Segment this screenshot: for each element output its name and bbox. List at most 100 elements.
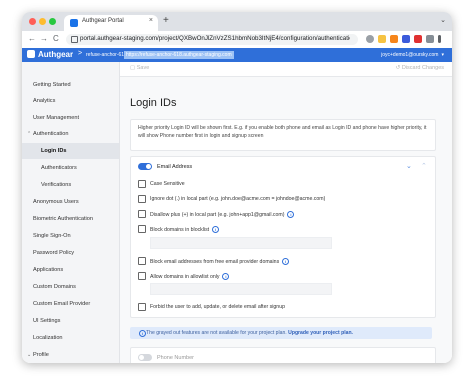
option-label: Allow domains in allowlist only i <box>150 273 230 280</box>
extensions-puzzle-icon[interactable] <box>426 35 434 43</box>
sidebar-item-custom-email-provider[interactable]: Custom Email Provider <box>22 296 119 312</box>
sidebar-item-user-management[interactable]: User Management <box>22 110 119 126</box>
app-header: Authgear > refuse-anchor-618 https://ref… <box>22 48 452 62</box>
tab-strip: Authgear Portal × + ⌄ <box>22 12 452 31</box>
close-tab-icon[interactable]: × <box>149 17 153 24</box>
chevron-down-icon: ▾ <box>441 52 444 58</box>
brand-name: Authgear <box>38 50 74 59</box>
allowlist-checkbox[interactable] <box>138 272 146 280</box>
sidebar-item-label: Anonymous Users <box>33 199 79 205</box>
discard-changes-button[interactable]: ↺ Discard Changes <box>396 65 444 71</box>
sidebar-item-label: Applications <box>33 267 64 273</box>
sidebar-item-profile[interactable]: ⌄ Profile <box>22 347 119 363</box>
sidebar-item-authentication[interactable]: ⌃ Authentication <box>22 126 119 142</box>
banner-message: The grayed out features are not availabl… <box>146 330 287 336</box>
main-content: ▢ Save ↺ Discard Changes Login IDs Highe… <box>120 62 452 363</box>
sidebar-item-label: Custom Domains <box>33 284 76 290</box>
sidebar-item-custom-domains[interactable]: Custom Domains <box>22 279 119 295</box>
sidebar-item-label: Analytics <box>33 98 56 104</box>
free-email-provider-checkbox[interactable] <box>138 257 146 265</box>
sidebar-item-label: Localization <box>33 335 63 341</box>
sidebar-item-label: User Management <box>33 115 80 121</box>
sidebar-item-getting-started[interactable]: Getting Started <box>22 77 119 93</box>
option-label-text: Block domains in blocklist <box>150 227 210 233</box>
email-enable-toggle[interactable] <box>138 163 152 170</box>
address-bar[interactable]: portal.authgear-staging.com/project/QXBw… <box>66 34 358 45</box>
page-title: Login IDs <box>130 97 177 109</box>
sidebar-item-label: Custom Email Provider <box>33 301 91 307</box>
browser-tab[interactable]: Authgear Portal × <box>64 15 158 31</box>
extension-icon-2[interactable] <box>414 35 422 43</box>
user-email: joyc+demo1@oursky.com <box>381 52 439 58</box>
save-button[interactable]: ▢ Save <box>130 65 149 71</box>
sidebar-item-localization[interactable]: Localization <box>22 330 119 346</box>
sidebar-item-label: Login IDs <box>41 148 67 154</box>
info-icon[interactable]: i <box>282 258 290 265</box>
chevron-down-icon[interactable]: ⌄ <box>406 162 412 170</box>
email-login-id-card: Email Address ⌄ ⌃ Case Sensitive Ignore … <box>130 156 436 318</box>
sidebar-item-label: Authenticators <box>41 165 77 171</box>
disallow-plus-checkbox[interactable] <box>138 210 146 218</box>
option-label: Block domains in blocklist i <box>150 226 220 233</box>
authgear-favicon-icon <box>70 19 78 27</box>
info-icon[interactable]: i <box>287 211 295 218</box>
info-icon[interactable]: i <box>212 226 220 233</box>
sidebar-item-analytics[interactable]: Analytics <box>22 93 119 109</box>
address-url[interactable]: portal.authgear-staging.com/project/QXBw… <box>80 35 350 42</box>
reload-icon[interactable]: C <box>53 34 59 44</box>
chevron-up-icon[interactable]: ⌃ <box>421 162 427 170</box>
browser-menu-icon[interactable] <box>438 35 441 43</box>
project-url-link[interactable]: https://refuse-anchor-618.authgear-stagi… <box>124 51 234 59</box>
upgrade-plan-link[interactable]: Upgrade your project plan. <box>288 330 353 336</box>
sidebar-item-label: Profile <box>33 352 49 358</box>
sidebar-item-label: Biometric Authentication <box>33 216 94 222</box>
star-icon[interactable] <box>378 35 386 43</box>
blocklist-domains-input[interactable] <box>150 237 332 249</box>
sidebar-item-label: Authentication <box>33 131 69 137</box>
description-card: Higher priority Login ID will be shown f… <box>130 119 436 151</box>
phone-enable-toggle[interactable] <box>138 354 152 361</box>
option-label: Case Sensitive <box>150 181 185 187</box>
tab-search-chevron-icon[interactable]: ⌄ <box>440 16 446 24</box>
ignore-dot-checkbox[interactable] <box>138 195 146 203</box>
chevron-right-icon: > <box>78 50 83 57</box>
site-info-icon[interactable] <box>71 36 78 43</box>
option-label: Block email addresses from free email pr… <box>150 258 290 265</box>
sidebar-item-single-sign-on[interactable]: Single Sign-On <box>22 228 119 244</box>
maximize-window-button[interactable] <box>49 18 56 25</box>
project-name: refuse-anchor-618 <box>86 52 127 58</box>
forbid-email-modification-checkbox[interactable] <box>138 303 146 311</box>
blocklist-checkbox[interactable] <box>138 225 146 233</box>
close-window-button[interactable] <box>29 18 36 25</box>
authgear-logo[interactable]: Authgear <box>27 50 73 59</box>
back-arrow-icon[interactable]: ← <box>28 34 36 44</box>
info-icon[interactable]: i <box>222 273 230 280</box>
browser-window: Authgear Portal × + ⌄ ← → C portal.authg… <box>22 12 452 363</box>
sidebar-item-ui-settings[interactable]: UI Settings <box>22 313 119 329</box>
metamask-extension-icon[interactable] <box>390 35 398 43</box>
command-bar: ▢ Save ↺ Discard Changes <box>120 62 452 77</box>
forward-arrow-icon[interactable]: → <box>40 34 48 44</box>
user-menu[interactable]: joyc+demo1@oursky.com ▾ <box>381 52 444 58</box>
sidebar-item-password-policy[interactable]: Password Policy <box>22 245 119 261</box>
option-label-text: Allow domains in allowlist only <box>150 274 220 280</box>
case-sensitive-checkbox[interactable] <box>138 180 146 188</box>
sidebar-item-login-ids[interactable]: Login IDs <box>22 143 119 159</box>
allowlist-domains-input[interactable] <box>150 283 332 295</box>
sidebar-item-anonymous-users[interactable]: Anonymous Users <box>22 194 119 210</box>
sidebar-item-applications[interactable]: Applications <box>22 262 119 278</box>
sidebar-item-label: Verifications <box>41 182 72 188</box>
minimize-window-button[interactable] <box>39 18 46 25</box>
chevron-down-icon: ⌄ <box>27 352 32 358</box>
share-icon[interactable] <box>366 35 374 43</box>
save-label: Save <box>136 65 150 71</box>
new-tab-button[interactable]: + <box>163 15 169 27</box>
option-label: Forbid the user to add, update, or delet… <box>150 304 285 310</box>
sidebar-item-biometric-authentication[interactable]: Biometric Authentication <box>22 211 119 227</box>
sidebar-item-authenticators[interactable]: Authenticators <box>22 160 119 176</box>
discard-label: Discard Changes <box>401 65 444 71</box>
option-label: Disallow plus (+) in local part (e.g. jo… <box>150 211 295 218</box>
extension-icon[interactable] <box>402 35 410 43</box>
sidebar-item-verifications[interactable]: Verifications <box>22 177 119 193</box>
sidebar-item-label: Single Sign-On <box>33 233 71 239</box>
